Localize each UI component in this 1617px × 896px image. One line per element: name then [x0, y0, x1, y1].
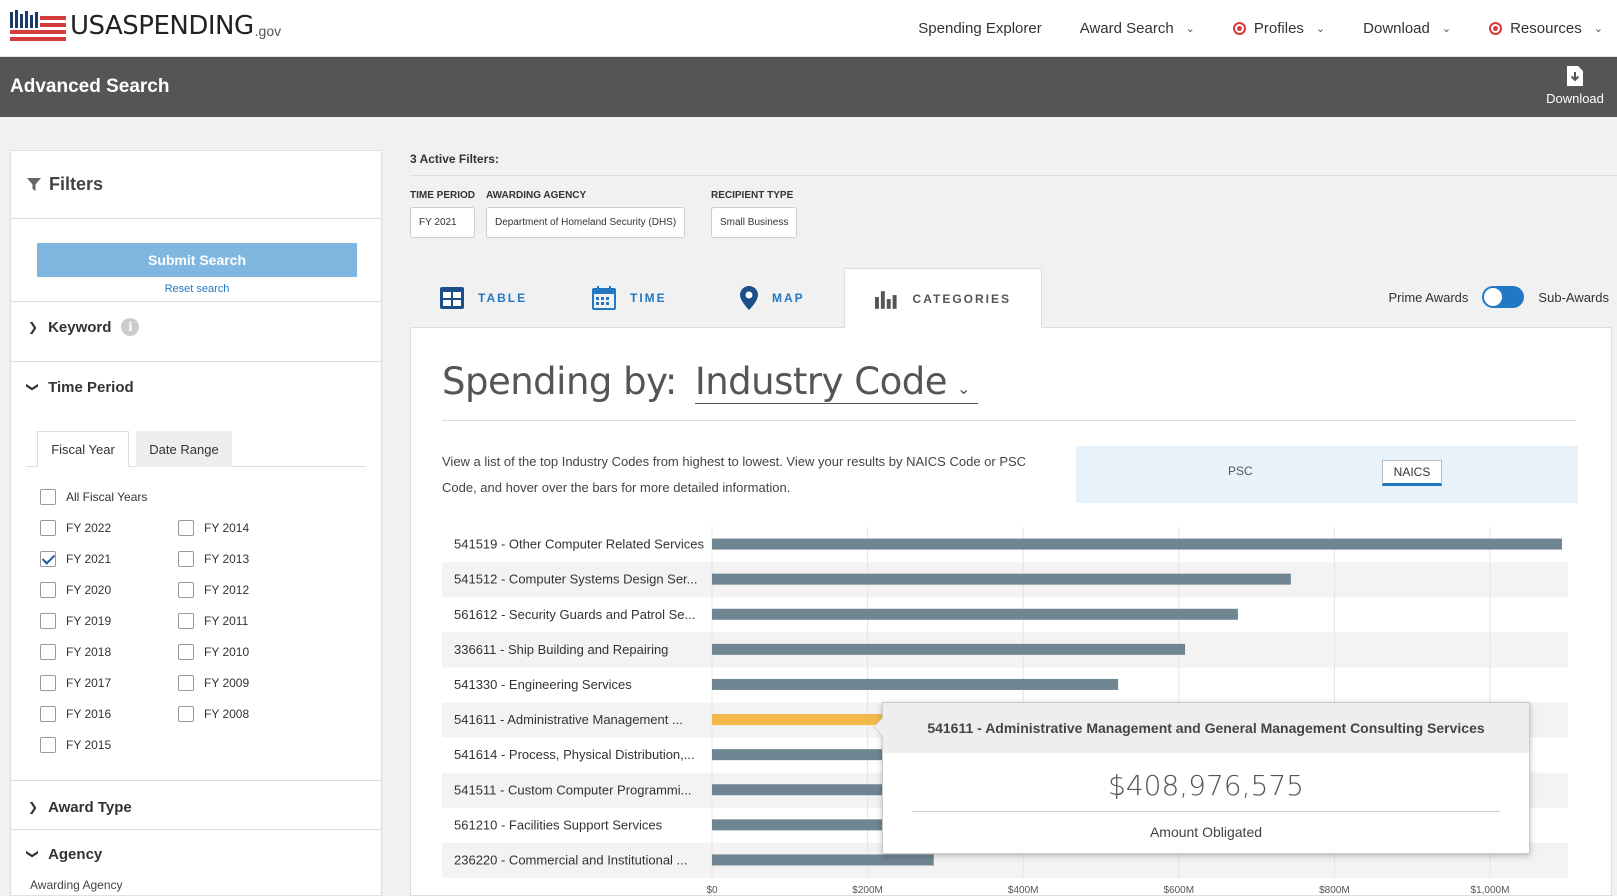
x-tick-label: $600M	[1164, 885, 1195, 896]
tooltip-amount-label: Amount Obligated	[1149, 824, 1263, 840]
tooltip-amount: $408,976,575	[1108, 769, 1304, 802]
bar-category-label: 541512 - Computer Systems Design Ser...	[454, 572, 698, 587]
bar-category-label: 541614 - Process, Physical Distribution,…	[454, 747, 695, 762]
bar-category-label: 541519 - Other Computer Related Services	[454, 537, 705, 552]
chart-bar[interactable]	[712, 608, 1238, 620]
bar-category-label: 561210 - Facilities Support Services	[454, 817, 663, 832]
chart-bar[interactable]	[712, 573, 1291, 585]
chart-bar[interactable]	[712, 643, 1186, 655]
bar-tooltip: 541611 - Administrative Management and G…	[873, 702, 1530, 854]
x-tick-label: $0	[706, 885, 718, 896]
bar-category-label: 336611 - Ship Building and Repairing	[454, 642, 668, 657]
bar-category-label: 541511 - Custom Computer Programmi...	[454, 782, 691, 797]
bar-category-label: 541330 - Engineering Services	[454, 677, 632, 692]
tooltip-title: 541611 - Administrative Management and G…	[883, 703, 1529, 753]
tooltip-divider	[912, 811, 1500, 812]
bar-category-label: 561612 - Security Guards and Patrol Se..…	[454, 607, 695, 622]
chart-bar[interactable]	[712, 678, 1119, 690]
bar-category-label: 541611 - Administrative Management ...	[454, 712, 683, 727]
x-tick-label: $400M	[1008, 885, 1039, 896]
x-tick-label: $800M	[1319, 885, 1350, 896]
x-tick-label: $1,000M	[1471, 885, 1510, 896]
bar-category-label: 236220 - Commercial and Institutional ..…	[454, 852, 687, 867]
chart-bar[interactable]	[712, 854, 934, 866]
chart-bar[interactable]	[712, 538, 1562, 550]
x-tick-label: $200M	[852, 885, 883, 896]
